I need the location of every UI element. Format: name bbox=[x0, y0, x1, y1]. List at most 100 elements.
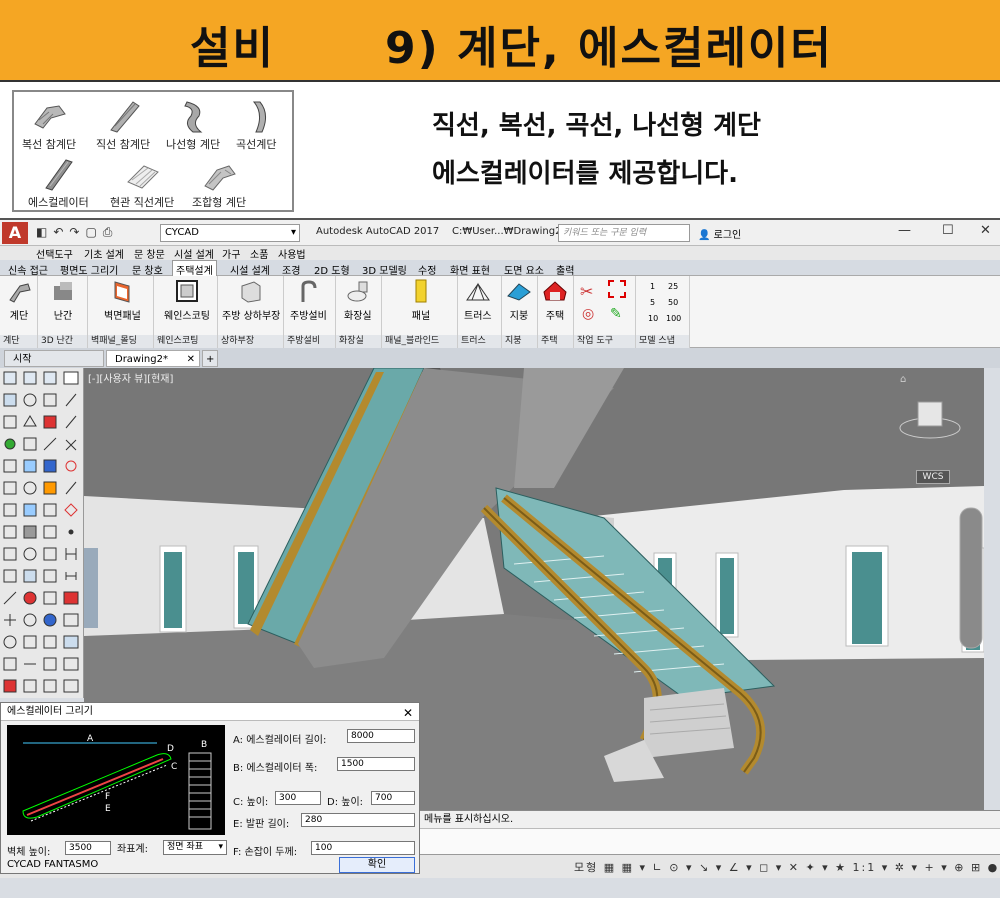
railing-button[interactable]: 난간 bbox=[50, 278, 76, 322]
stairs-button[interactable]: 계단 bbox=[6, 278, 32, 322]
d-height-input[interactable]: 700 bbox=[371, 791, 415, 805]
wall-panel-icon bbox=[109, 278, 135, 304]
chevron-down-icon: ▾ bbox=[218, 842, 223, 852]
step-length-input[interactable]: 280 bbox=[301, 813, 415, 827]
stair-type-spiral: 나선형 계단 bbox=[166, 98, 220, 152]
roof-icon bbox=[506, 278, 532, 304]
quick-access-toolbar[interactable]: ◧↶↷▢⎙ bbox=[36, 225, 118, 240]
minimize-icon[interactable]: — bbox=[898, 223, 911, 238]
width-input[interactable]: 1500 bbox=[337, 757, 415, 771]
stair-type-double: 복선 참계단 bbox=[22, 98, 76, 152]
close-icon[interactable]: ✕ bbox=[403, 704, 413, 722]
stair-type-combined: 조합형 계단 bbox=[192, 156, 246, 210]
maximize-icon[interactable]: ☐ bbox=[942, 223, 954, 238]
height-input[interactable]: 300 bbox=[275, 791, 321, 805]
escalator-preview-diagram: A F E D C B bbox=[22, 734, 212, 830]
menu-item[interactable]: 가구 bbox=[222, 246, 240, 261]
window-title: Autodesk AutoCAD 2017 C:₩User...₩Drawing… bbox=[316, 226, 586, 237]
dialog-title: 에스컬레이터 그리기 ✕ bbox=[1, 703, 419, 721]
wcs-menu-button[interactable]: WCS bbox=[916, 470, 950, 484]
menu-item[interactable]: 선택도구 bbox=[36, 246, 73, 261]
status-tools[interactable]: 모형 ▦ ▦ ▾ ∟ ⊙ ▾ ↘ ▾ ∠ ▾ ◻ ▾ ✕ ✦ ▾ ★ 1:1 ▾… bbox=[574, 859, 1000, 875]
truss-button[interactable]: 트러스 bbox=[464, 278, 492, 322]
status-left: CYCAD FANTASMO bbox=[7, 859, 99, 870]
snap-value[interactable]: 5 bbox=[650, 298, 655, 307]
panel-button[interactable]: 패널 bbox=[408, 278, 434, 322]
tab-doors-windows[interactable]: 문 창호 bbox=[132, 262, 163, 277]
svg-text:A: A bbox=[87, 734, 94, 744]
tab-floor-plan[interactable]: 평면도 그리기 bbox=[60, 262, 118, 277]
tab-facility-design[interactable]: 시설 설계 bbox=[230, 262, 270, 277]
wall-height-input[interactable]: 3500 bbox=[65, 841, 111, 855]
house-button[interactable]: 주택 bbox=[542, 278, 568, 322]
ribbon-group-wall-panel: 벽면패널 벽패널_몰딩 bbox=[88, 276, 154, 348]
kitchen-equipment-button[interactable]: 주방설비 bbox=[290, 278, 327, 322]
roof-button[interactable]: 지붕 bbox=[506, 278, 532, 322]
svg-text:D: D bbox=[167, 744, 174, 754]
tab-output[interactable]: 출력 bbox=[556, 262, 574, 277]
ribbon-group-kitchen: 주방설비 주방설비 bbox=[284, 276, 336, 348]
title-banner: 설비 9) 계단, 에스컬레이터 bbox=[0, 0, 1000, 82]
scissors-icon[interactable]: ✂ bbox=[580, 282, 593, 301]
panel-icon bbox=[408, 278, 434, 304]
svg-text:C: C bbox=[171, 762, 177, 772]
stairs-icon bbox=[6, 278, 32, 304]
command-input[interactable] bbox=[420, 828, 1000, 854]
menu-item[interactable]: 기초 설계 bbox=[84, 246, 124, 261]
tab-3d-modeling[interactable]: 3D 모델링 bbox=[362, 262, 407, 277]
ribbon-group-cabinets: 주방 상하부장 상하부장 bbox=[218, 276, 284, 348]
snap-value[interactable]: 50 bbox=[668, 298, 678, 307]
wainscoting-button[interactable]: 웨인스코팅 bbox=[164, 278, 210, 322]
banner-title: 설비 9) 계단, 에스컬레이터 bbox=[190, 12, 833, 76]
banner-heading: 9) 계단, 에스컬레이터 bbox=[384, 23, 833, 74]
ribbon-group-work-tools: ✂ ◎ ✎ 작업 도구 bbox=[574, 276, 636, 348]
tab-2d-shapes[interactable]: 2D 도형 bbox=[314, 262, 350, 277]
search-input[interactable]: 키워드 또는 구문 입력 bbox=[558, 224, 690, 242]
close-icon[interactable]: ✕ bbox=[187, 351, 195, 368]
tab-start[interactable]: 시작 bbox=[4, 350, 104, 367]
bathroom-button[interactable]: 화장실 bbox=[344, 278, 372, 322]
menu-item[interactable]: 시설 설계 bbox=[174, 246, 214, 261]
login-button[interactable]: 👤 로그인 bbox=[698, 226, 741, 241]
house-icon bbox=[542, 278, 568, 304]
coordinate-select[interactable]: 정면 좌표 ▾ bbox=[163, 840, 227, 855]
app-menu-button[interactable]: A bbox=[2, 222, 28, 244]
document-tabs: 시작 Drawing2* ✕ + bbox=[0, 348, 1000, 368]
target-icon[interactable]: ◎ bbox=[582, 306, 594, 322]
menu-item[interactable]: 문 창문 bbox=[134, 246, 165, 261]
faucet-icon bbox=[295, 278, 321, 304]
escalator-dialog: 에스컬레이터 그리기 ✕ A F E D C B A: 에스컬레이터 길이: 80… bbox=[0, 702, 420, 874]
menu-item[interactable]: 소품 bbox=[250, 246, 268, 261]
pen-icon[interactable]: ✎ bbox=[610, 306, 622, 322]
tab-drawing-elements[interactable]: 도면 요소 bbox=[504, 262, 544, 277]
select-window-icon[interactable] bbox=[608, 280, 626, 298]
snap-value[interactable]: 25 bbox=[668, 282, 678, 291]
ribbon-panel: 계단 계단 난간 3D 난간 벽면패널 벽패널_몰딩 웨인스코팅 웨인스코팅 주… bbox=[0, 276, 1000, 348]
viewport-label[interactable]: [-][사용자 뷰][현재] bbox=[88, 370, 173, 385]
close-icon[interactable]: ✕ bbox=[980, 223, 991, 238]
tab-landscape[interactable]: 조경 bbox=[282, 262, 300, 277]
snap-value[interactable]: 100 bbox=[666, 314, 681, 323]
snap-value[interactable]: 10 bbox=[648, 314, 658, 323]
tool-palette-icons[interactable] bbox=[0, 368, 84, 698]
snap-value[interactable]: 1 bbox=[650, 282, 655, 291]
wall-panel-button[interactable]: 벽면패널 bbox=[104, 278, 141, 322]
stair-type-straight: 직선 참계단 bbox=[96, 98, 150, 152]
command-history: 메뉴를 표시하십시오. bbox=[420, 810, 1000, 828]
tab-modify[interactable]: 수정 bbox=[418, 262, 436, 277]
tab-display[interactable]: 화면 표현 bbox=[450, 262, 490, 277]
ribbon-tabs: 신속 접근 평면도 그리기 문 창호 주택설계 시설 설계 조경 2D 도형 3… bbox=[0, 260, 1000, 278]
tab-quick-access[interactable]: 신속 접근 bbox=[8, 262, 48, 277]
kitchen-cabinet-button[interactable]: 주방 상하부장 bbox=[222, 278, 280, 322]
handrail-thickness-input[interactable]: 100 bbox=[311, 841, 415, 855]
ribbon-group-wainscoting: 웨인스코팅 웨인스코팅 bbox=[154, 276, 218, 348]
length-input[interactable]: 8000 bbox=[347, 729, 415, 743]
ribbon-group-truss: 트러스 트러스 bbox=[458, 276, 502, 348]
railing-icon bbox=[50, 278, 76, 304]
new-tab-button[interactable]: + bbox=[202, 350, 218, 367]
workspace-select[interactable]: CYCAD ▾ bbox=[160, 224, 300, 242]
ok-button[interactable]: 확인 bbox=[339, 857, 415, 873]
svg-text:F: F bbox=[105, 792, 110, 802]
tab-drawing2[interactable]: Drawing2* ✕ bbox=[106, 350, 200, 367]
menu-item[interactable]: 사용법 bbox=[278, 246, 306, 261]
